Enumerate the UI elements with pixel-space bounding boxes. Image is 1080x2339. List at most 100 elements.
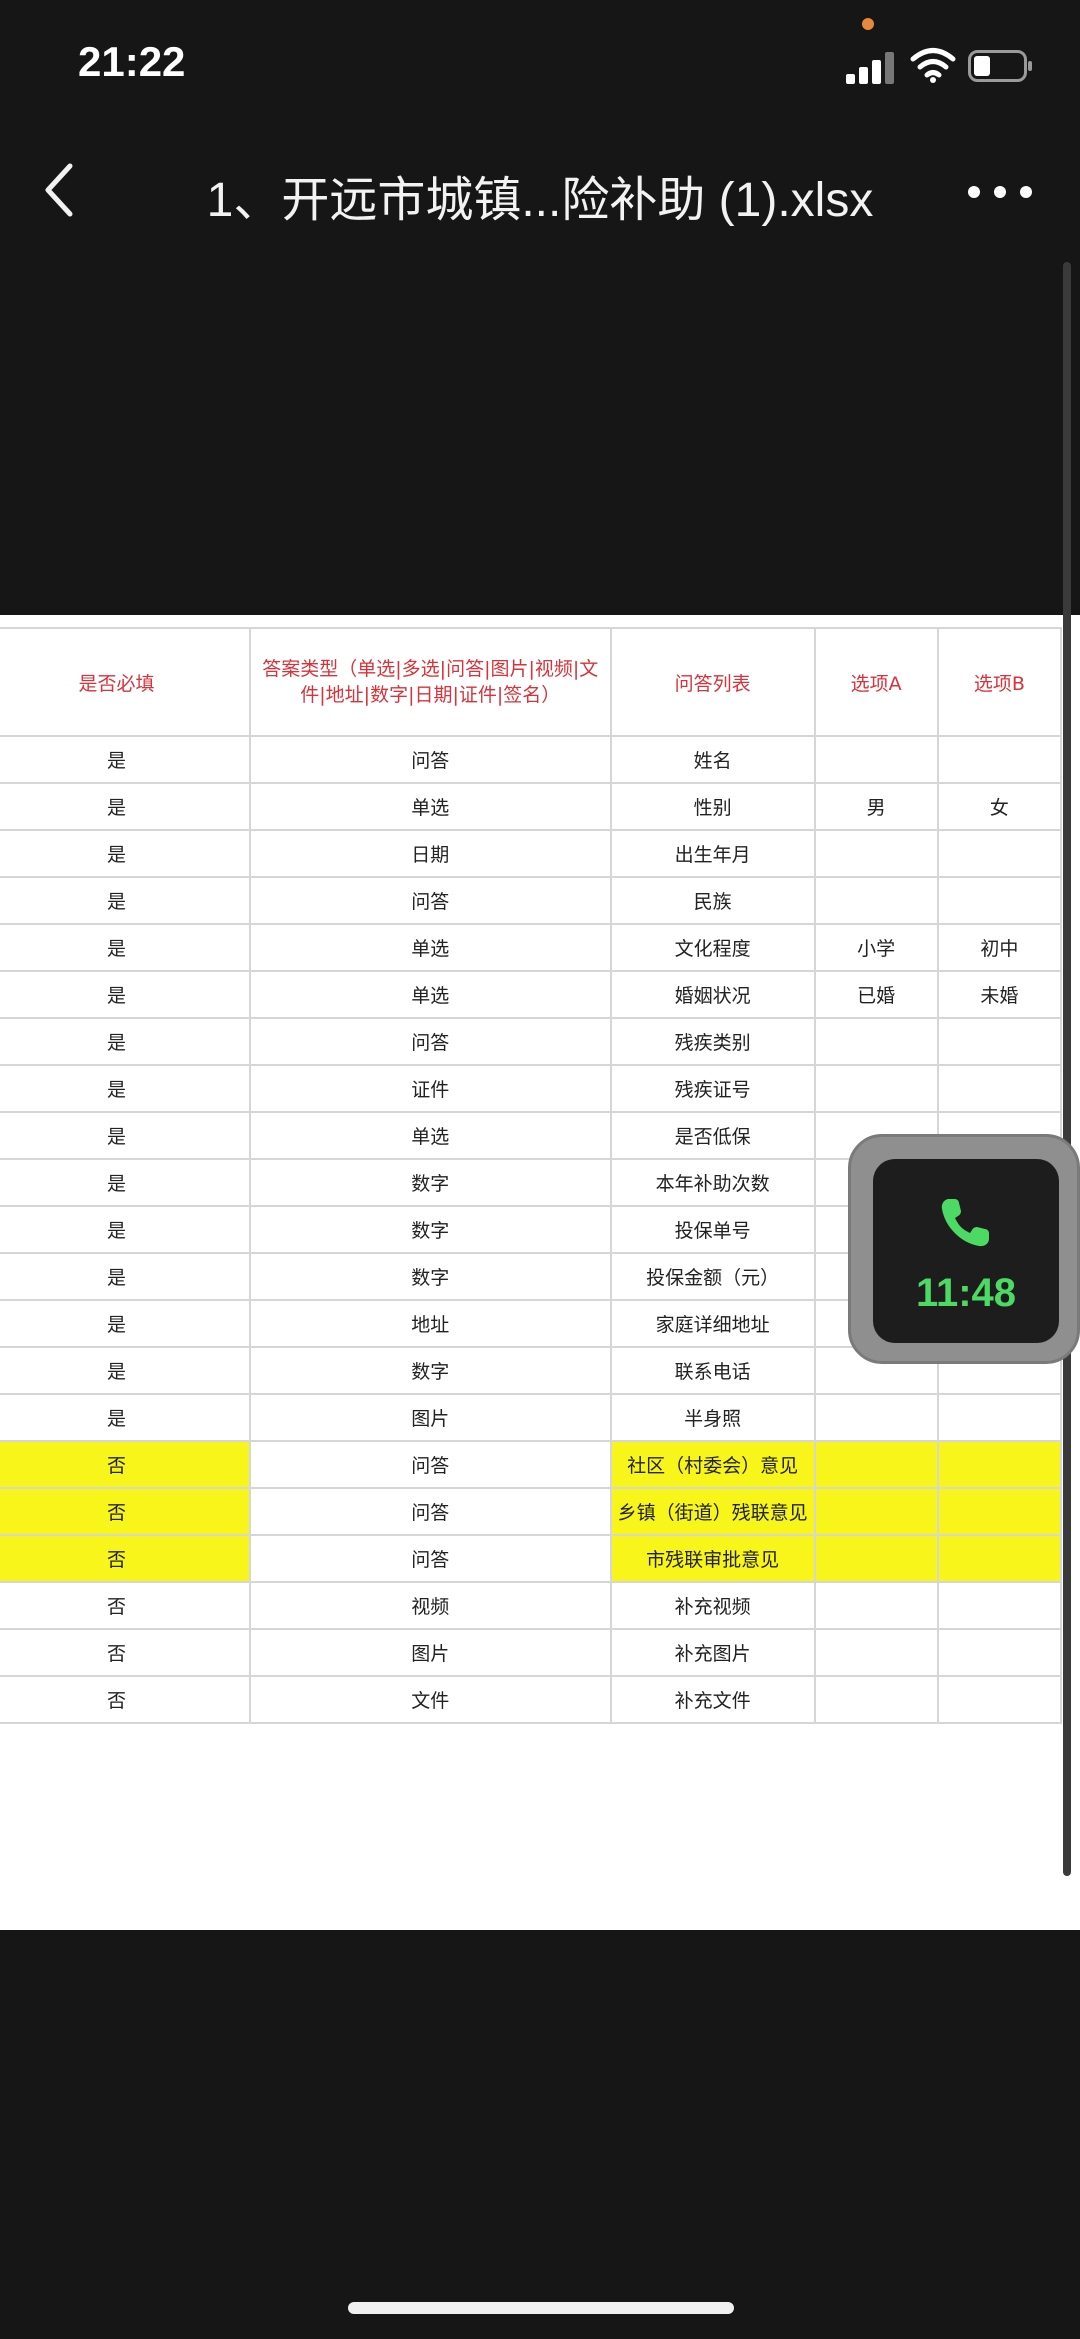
- table-cell[interactable]: 否: [0, 1675, 251, 1724]
- table-cell[interactable]: 单选: [248, 970, 612, 1019]
- table-cell[interactable]: 日期: [248, 829, 612, 878]
- table-cell[interactable]: 民族: [609, 876, 816, 925]
- vertical-scrollbar[interactable]: [1063, 262, 1071, 1876]
- table-cell[interactable]: 补充视频: [609, 1581, 816, 1630]
- table-cell[interactable]: [813, 1393, 939, 1442]
- table-cell[interactable]: 问答: [248, 1487, 612, 1536]
- table-cell[interactable]: [936, 1440, 1063, 1489]
- table-cell[interactable]: 女: [936, 782, 1063, 831]
- table-cell[interactable]: [813, 1534, 939, 1583]
- table-cell[interactable]: 问答: [248, 1440, 612, 1489]
- table-cell[interactable]: 文件: [248, 1675, 612, 1724]
- table-row: 是问答 民族: [0, 876, 1063, 925]
- table-cell[interactable]: [813, 1675, 939, 1724]
- table-cell[interactable]: 小学: [813, 923, 939, 972]
- home-indicator[interactable]: [348, 2302, 734, 2314]
- table-cell[interactable]: 否: [0, 1487, 251, 1536]
- table-cell[interactable]: 婚姻状况: [609, 970, 816, 1019]
- table-cell[interactable]: [936, 1581, 1063, 1630]
- table-cell[interactable]: 半身照: [609, 1393, 816, 1442]
- table-cell[interactable]: 投保金额（元）: [609, 1252, 816, 1301]
- table-cell[interactable]: [813, 876, 939, 925]
- table-cell[interactable]: [936, 1064, 1063, 1113]
- table-cell[interactable]: 联系电话: [609, 1346, 816, 1395]
- table-cell[interactable]: 图片: [248, 1393, 612, 1442]
- table-cell[interactable]: [813, 1440, 939, 1489]
- table-cell[interactable]: 补充文件: [609, 1675, 816, 1724]
- table-cell[interactable]: 问答: [248, 876, 612, 925]
- table-cell[interactable]: [813, 735, 939, 784]
- table-cell[interactable]: 是: [0, 1017, 251, 1066]
- table-cell[interactable]: 单选: [248, 923, 612, 972]
- table-cell[interactable]: 否: [0, 1534, 251, 1583]
- table-cell[interactable]: 出生年月: [609, 829, 816, 878]
- table-cell[interactable]: 是: [0, 1252, 251, 1301]
- table-cell[interactable]: 问答: [248, 1534, 612, 1583]
- table-cell[interactable]: 单选: [248, 1111, 612, 1160]
- table-cell[interactable]: 本年补助次数: [609, 1158, 816, 1207]
- table-cell[interactable]: 是: [0, 735, 251, 784]
- table-cell[interactable]: 投保单号: [609, 1205, 816, 1254]
- table-cell[interactable]: 是: [0, 1346, 251, 1395]
- table-cell[interactable]: 乡镇（街道）残联意见: [609, 1487, 816, 1536]
- table-cell[interactable]: [813, 1487, 939, 1536]
- table-cell[interactable]: 是: [0, 1299, 251, 1348]
- table-cell[interactable]: 问答: [248, 1017, 612, 1066]
- table-cell[interactable]: [936, 1487, 1063, 1536]
- table-cell[interactable]: 社区（村委会）意见: [609, 1440, 816, 1489]
- table-cell[interactable]: [813, 1581, 939, 1630]
- table-cell[interactable]: 是: [0, 923, 251, 972]
- back-chevron-icon[interactable]: [40, 160, 80, 220]
- table-cell[interactable]: 证件: [248, 1064, 612, 1113]
- table-cell[interactable]: 家庭详细地址: [609, 1299, 816, 1348]
- table-cell[interactable]: 是: [0, 970, 251, 1019]
- table-cell[interactable]: 残疾证号: [609, 1064, 816, 1113]
- table-cell[interactable]: 初中: [936, 923, 1063, 972]
- table-cell[interactable]: [813, 1064, 939, 1113]
- table-cell[interactable]: [813, 1017, 939, 1066]
- table-cell[interactable]: 补充图片: [609, 1628, 816, 1677]
- table-cell[interactable]: 是: [0, 1111, 251, 1160]
- table-cell[interactable]: 数字: [248, 1346, 612, 1395]
- table-cell[interactable]: [813, 829, 939, 878]
- table-cell[interactable]: 未婚: [936, 970, 1063, 1019]
- table-cell[interactable]: 否: [0, 1628, 251, 1677]
- table-cell[interactable]: 姓名: [609, 735, 816, 784]
- table-cell[interactable]: 是: [0, 1393, 251, 1442]
- table-cell[interactable]: [936, 1675, 1063, 1724]
- table-cell[interactable]: 是: [0, 1064, 251, 1113]
- table-cell[interactable]: [936, 1017, 1063, 1066]
- more-icon[interactable]: [968, 186, 1032, 200]
- table-cell[interactable]: [936, 1534, 1063, 1583]
- table-cell[interactable]: [936, 1393, 1063, 1442]
- table-cell[interactable]: 视频: [248, 1581, 612, 1630]
- table-cell[interactable]: 是: [0, 782, 251, 831]
- call-floating-widget[interactable]: 11:48: [848, 1134, 1080, 1364]
- table-cell[interactable]: 是: [0, 829, 251, 878]
- table-cell[interactable]: 是否低保: [609, 1111, 816, 1160]
- header-cell: 选项B: [936, 627, 1063, 737]
- table-cell[interactable]: 单选: [248, 782, 612, 831]
- table-cell[interactable]: 否: [0, 1581, 251, 1630]
- table-cell[interactable]: 文化程度: [609, 923, 816, 972]
- table-cell[interactable]: 问答: [248, 735, 612, 784]
- table-cell[interactable]: 是: [0, 1205, 251, 1254]
- table-cell[interactable]: [813, 1628, 939, 1677]
- table-cell[interactable]: 数字: [248, 1252, 612, 1301]
- table-cell[interactable]: 男: [813, 782, 939, 831]
- table-cell[interactable]: 数字: [248, 1158, 612, 1207]
- table-cell[interactable]: 否: [0, 1440, 251, 1489]
- table-cell[interactable]: 性别: [609, 782, 816, 831]
- table-cell[interactable]: 是: [0, 1158, 251, 1207]
- table-cell[interactable]: 市残联审批意见: [609, 1534, 816, 1583]
- table-cell[interactable]: 残疾类别: [609, 1017, 816, 1066]
- table-cell[interactable]: [936, 735, 1063, 784]
- table-cell[interactable]: 是: [0, 876, 251, 925]
- table-cell[interactable]: 已婚: [813, 970, 939, 1019]
- table-cell[interactable]: 图片: [248, 1628, 612, 1677]
- table-cell[interactable]: [936, 1628, 1063, 1677]
- table-cell[interactable]: [936, 829, 1063, 878]
- table-cell[interactable]: 地址: [248, 1299, 612, 1348]
- table-cell[interactable]: 数字: [248, 1205, 612, 1254]
- table-cell[interactable]: [936, 876, 1063, 925]
